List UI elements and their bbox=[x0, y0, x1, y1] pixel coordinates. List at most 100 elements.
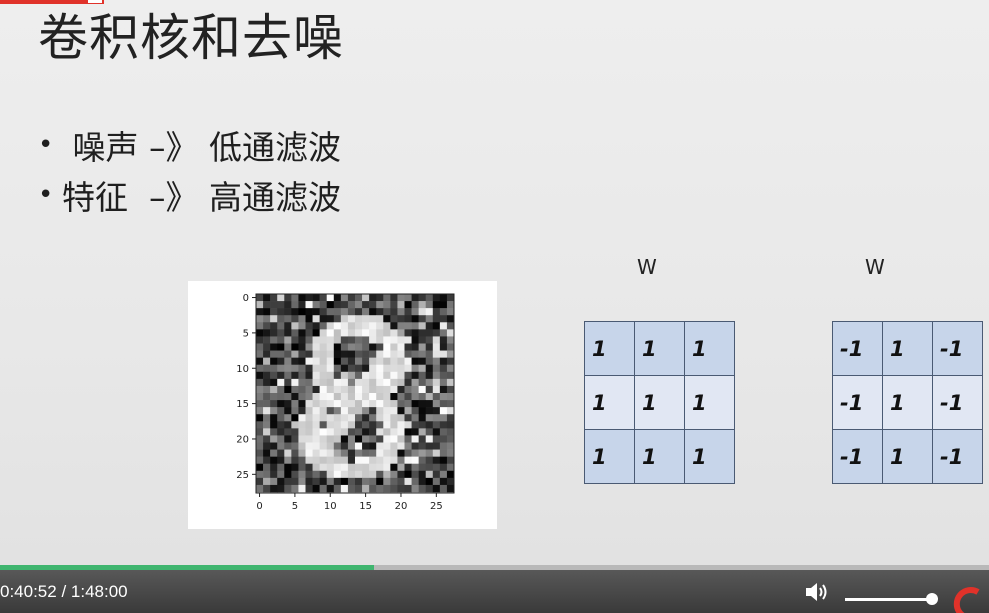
pixel bbox=[397, 329, 405, 337]
pixel bbox=[404, 322, 412, 330]
pixel bbox=[355, 357, 363, 366]
pixel bbox=[347, 449, 356, 457]
pixel bbox=[333, 371, 342, 380]
pixel bbox=[333, 421, 342, 429]
pixel bbox=[362, 449, 370, 457]
pixel bbox=[439, 414, 448, 422]
pixel bbox=[263, 385, 271, 394]
pixel bbox=[411, 456, 419, 465]
pixel bbox=[291, 343, 299, 351]
pixel bbox=[362, 463, 370, 472]
pixel bbox=[312, 294, 320, 302]
pixel bbox=[270, 407, 278, 415]
pixel bbox=[277, 414, 285, 422]
pixel bbox=[355, 350, 363, 358]
pixel bbox=[432, 428, 441, 436]
pixel bbox=[355, 484, 363, 493]
pixel bbox=[270, 484, 278, 493]
pixel bbox=[333, 428, 342, 436]
pixel bbox=[277, 435, 285, 443]
pixel bbox=[270, 301, 278, 309]
pixel bbox=[369, 385, 377, 394]
pixel bbox=[411, 301, 419, 309]
pixel bbox=[277, 308, 285, 316]
pixel bbox=[326, 435, 335, 443]
pixel bbox=[319, 336, 328, 344]
pixel bbox=[362, 435, 370, 443]
pixel bbox=[256, 456, 264, 465]
y-tick-label: 0 bbox=[243, 293, 249, 304]
pixel bbox=[340, 435, 349, 443]
pixel bbox=[263, 322, 271, 330]
pixel bbox=[383, 456, 391, 465]
pixel bbox=[404, 301, 412, 309]
pixel bbox=[277, 393, 285, 401]
pixel bbox=[355, 294, 363, 302]
volume-slider-handle[interactable] bbox=[926, 593, 938, 605]
pixel bbox=[291, 477, 299, 486]
kernel-cell: -1 bbox=[832, 375, 883, 430]
pixel bbox=[326, 477, 335, 486]
pixel bbox=[319, 393, 328, 401]
pixel bbox=[439, 294, 448, 302]
pixel bbox=[333, 393, 342, 401]
pixel bbox=[312, 371, 320, 380]
pixel bbox=[397, 336, 405, 344]
pixel bbox=[347, 484, 356, 493]
pixel bbox=[347, 442, 356, 450]
pixel bbox=[291, 357, 299, 366]
pixel bbox=[305, 329, 313, 337]
pixel bbox=[390, 463, 398, 472]
pixel bbox=[355, 421, 363, 429]
pixel bbox=[319, 442, 328, 450]
y-axis: 0 5 10 15 20 25 bbox=[236, 293, 256, 481]
volume-slider[interactable] bbox=[845, 598, 933, 601]
pixel bbox=[397, 435, 405, 443]
pixel bbox=[383, 301, 391, 309]
pixel bbox=[355, 456, 363, 465]
pixel bbox=[263, 315, 271, 323]
pixel bbox=[425, 449, 434, 457]
pixel bbox=[439, 336, 448, 344]
pixel bbox=[277, 329, 285, 337]
pixel bbox=[326, 428, 335, 436]
pixel bbox=[319, 477, 328, 486]
pixel bbox=[411, 336, 419, 344]
pixel bbox=[312, 428, 320, 436]
pixel bbox=[404, 343, 412, 351]
pixel bbox=[362, 364, 370, 373]
pixel bbox=[284, 385, 292, 394]
speaker-volume-icon[interactable] bbox=[804, 580, 830, 604]
pixel bbox=[376, 350, 384, 358]
pixel bbox=[432, 308, 441, 316]
pixel bbox=[284, 449, 292, 457]
pixel bbox=[305, 463, 313, 472]
pixel bbox=[383, 357, 391, 366]
pixel bbox=[305, 435, 313, 443]
slide-corner-gap bbox=[88, 0, 102, 3]
y-tick-label: 15 bbox=[236, 399, 249, 410]
pixel bbox=[425, 308, 434, 316]
brand-logo-icon[interactable] bbox=[948, 586, 989, 613]
pixel bbox=[319, 308, 328, 316]
pixel bbox=[432, 364, 441, 373]
pixel bbox=[376, 407, 384, 415]
pixel bbox=[347, 343, 356, 351]
pixel bbox=[411, 294, 419, 302]
pixel bbox=[411, 463, 419, 472]
kernel-cell: -1 bbox=[932, 375, 983, 430]
pixel bbox=[305, 322, 313, 330]
pixel bbox=[270, 378, 278, 387]
pixel bbox=[446, 407, 455, 415]
pixel bbox=[418, 385, 427, 394]
pixel bbox=[263, 428, 271, 436]
pixel bbox=[277, 449, 285, 457]
pixel bbox=[369, 428, 377, 436]
pixel bbox=[425, 357, 434, 366]
pixel bbox=[390, 343, 398, 351]
kernel-cell: 1 bbox=[584, 429, 635, 484]
pixel bbox=[298, 435, 306, 443]
pixel bbox=[256, 442, 264, 450]
pixel bbox=[256, 343, 264, 351]
pixel bbox=[376, 329, 384, 337]
